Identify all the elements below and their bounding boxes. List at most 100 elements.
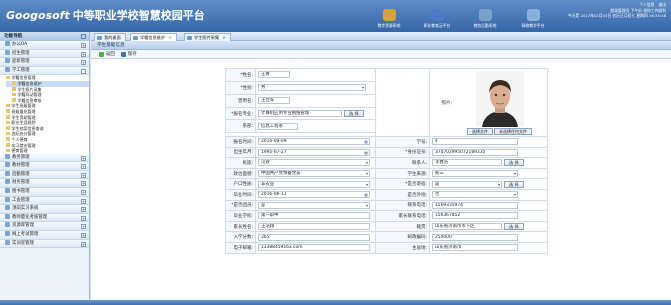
- name-input[interactable]: 王青: [258, 71, 290, 79]
- label: *是否寄宿:: [375, 178, 430, 190]
- phone-input[interactable]: 1569335974: [432, 201, 518, 209]
- folder-icon: [6, 120, 10, 125]
- tab-desktop[interactable]: 我的桌面: [94, 33, 126, 41]
- sidebar-item-assessment[interactable]: 教师量化考核管理 +: [0, 213, 89, 223]
- label: *报名专业:: [225, 106, 256, 121]
- label: 联系电话:: [375, 199, 430, 212]
- union-icon: [5, 196, 10, 202]
- sidebar-item-union[interactable]: 工会管理 +: [0, 196, 89, 206]
- expand-icon[interactable]: +: [81, 207, 86, 213]
- expand-icon[interactable]: +: [81, 190, 86, 196]
- email-input[interactable]: 13388459163.com: [258, 244, 370, 252]
- folder-icon: [6, 143, 10, 147]
- expand-icon[interactable]: +: [81, 198, 86, 204]
- parent-name-input[interactable]: 王浩翔: [258, 223, 370, 231]
- postcode-input[interactable]: 250000: [432, 233, 518, 241]
- label: *姓名:: [225, 68, 256, 82]
- logout-link[interactable]: 退出: [658, 2, 666, 8]
- league-member-select[interactable]: 是: [258, 201, 370, 209]
- contact-input[interactable]: 李春浩: [432, 159, 502, 167]
- sidebar-item-welcome[interactable]: 迎新管理 +: [0, 58, 89, 67]
- cloud-icon: [430, 9, 444, 21]
- close-icon[interactable]: ×: [168, 35, 172, 40]
- residence-input[interactable]: 山东省济南市: [432, 244, 518, 252]
- birth-date-input[interactable]: 1995-07-27: [258, 148, 370, 156]
- monitor-icon: [526, 9, 540, 21]
- back-button[interactable]: 返回: [99, 51, 115, 57]
- home-icon: [97, 36, 102, 40]
- major-input[interactable]: 计算机应用专业网络管理: [258, 110, 342, 117]
- boarding-select-button[interactable]: 选 择: [504, 180, 524, 188]
- expand-icon[interactable]: +: [81, 51, 86, 57]
- sidebar-item-lab[interactable]: 实训室管理 +: [0, 239, 89, 249]
- choose-file-button[interactable]: 选择文件: [467, 128, 493, 135]
- label: 报名时间:: [225, 136, 256, 148]
- sidebar-item-internship[interactable]: 顶岗实习系统 +: [0, 205, 89, 214]
- close-icon[interactable]: ×: [222, 35, 226, 40]
- sidebar-item-finance[interactable]: 财务管理 +: [0, 179, 89, 189]
- profile-link[interactable]: 个人信息: [639, 2, 654, 8]
- expand-icon[interactable]: +: [81, 164, 86, 170]
- contact-select-button[interactable]: 选 择: [504, 159, 524, 167]
- tab-photo-collect[interactable]: 学生照片采集 ×: [184, 33, 231, 41]
- nav-online-teaching[interactable]: 网络教学平台: [511, 3, 555, 29]
- nonlocal-select[interactable]: 否: [432, 191, 518, 199]
- expand-icon[interactable]: +: [81, 233, 86, 239]
- sidebar-item-office[interactable]: 办公OA +: [0, 41, 89, 50]
- expand-icon[interactable]: +: [81, 172, 86, 178]
- political-select[interactable]: 中国共产党预备党员: [258, 170, 370, 178]
- collapse-icon[interactable]: -: [81, 68, 86, 74]
- boarding-select[interactable]: 是: [432, 180, 502, 188]
- student-no-input[interactable]: 4: [432, 138, 518, 146]
- nav-logistics[interactable]: 教务后勤系统: [463, 3, 507, 29]
- label: 毕业学校:: [225, 210, 256, 222]
- enroll-date-input[interactable]: 2016-09-09: [258, 138, 370, 146]
- source-select[interactable]: 初三: [432, 170, 518, 178]
- major-select-button[interactable]: 选 择: [344, 110, 364, 117]
- folder-icon: [6, 131, 10, 136]
- expand-icon[interactable]: +: [81, 215, 86, 221]
- expand-icon[interactable]: +: [81, 241, 86, 247]
- file-icon: [12, 87, 16, 91]
- expand-icon[interactable]: +: [81, 181, 86, 187]
- sidebar-item-student-work[interactable]: 学工管理 -: [0, 66, 89, 76]
- office-icon: [5, 41, 10, 46]
- sidebar-item-enroll[interactable]: 招生管理 +: [0, 49, 89, 59]
- score-input[interactable]: 365: [258, 233, 370, 241]
- collapse-icon[interactable]: [81, 34, 86, 39]
- enroll-icon: [5, 49, 10, 55]
- portrait-image: [475, 71, 524, 127]
- native-place-input[interactable]: 山东省济南市市下区: [432, 223, 502, 231]
- grad-date-input[interactable]: 2016-06-11: [258, 191, 370, 199]
- former-name-input[interactable]: 王佳军: [258, 97, 290, 105]
- library-icon: [5, 188, 10, 194]
- save-button[interactable]: 保存: [120, 51, 137, 57]
- native-place-select-button[interactable]: 选 择: [504, 223, 524, 231]
- dept-input[interactable]: 信息工程系: [258, 122, 298, 130]
- sidebar-item-textbook[interactable]: 教材管理 +: [0, 162, 89, 171]
- sidebar-item-exam[interactable]: 网上考试管理 +: [0, 231, 89, 240]
- sidebar-item-resource[interactable]: 资源库管理 +: [0, 222, 89, 232]
- nav-cloud-platform[interactable]: 职业教育云平台: [415, 3, 459, 29]
- expand-icon[interactable]: +: [81, 224, 86, 230]
- ethnic-select[interactable]: 汉族: [258, 159, 370, 167]
- app-header: Googosoft 中等职业学校智慧校园平台 数字资源系统 职业教育云平台 教务后…: [0, 0, 671, 32]
- sidebar-item-teaching[interactable]: 教务管理 +: [0, 153, 89, 163]
- sidebar-item-logistics[interactable]: 后勤管理 +: [0, 170, 89, 180]
- label: 是否外地:: [375, 188, 430, 201]
- label: 入学分数:: [225, 231, 256, 243]
- expand-icon[interactable]: +: [81, 60, 86, 66]
- gender-select[interactable]: 男: [258, 84, 366, 92]
- school-input[interactable]: 第一职中: [258, 212, 370, 220]
- student-form: *姓名: 王青 照片: 选择文件 未选择任何文件 *性别: 男 ▾ 曾用名: 王…: [225, 68, 548, 254]
- expand-icon[interactable]: +: [81, 43, 86, 48]
- expand-icon[interactable]: +: [81, 155, 86, 161]
- sidebar-item-library[interactable]: 图书管理 +: [0, 188, 89, 197]
- parent-phone-input[interactable]: 156367452: [432, 212, 518, 220]
- nav-digital-resource[interactable]: 数字资源系统: [367, 3, 411, 29]
- tab-student-info[interactable]: 学籍信息维护 ×: [130, 33, 177, 41]
- hukou-select[interactable]: 非农业: [258, 180, 370, 188]
- id-number-input[interactable]: 370702995072189335: [432, 148, 518, 156]
- folder-icon: [6, 109, 10, 113]
- app-logo: Googosoft 中等职业学校智慧校园平台: [6, 9, 205, 22]
